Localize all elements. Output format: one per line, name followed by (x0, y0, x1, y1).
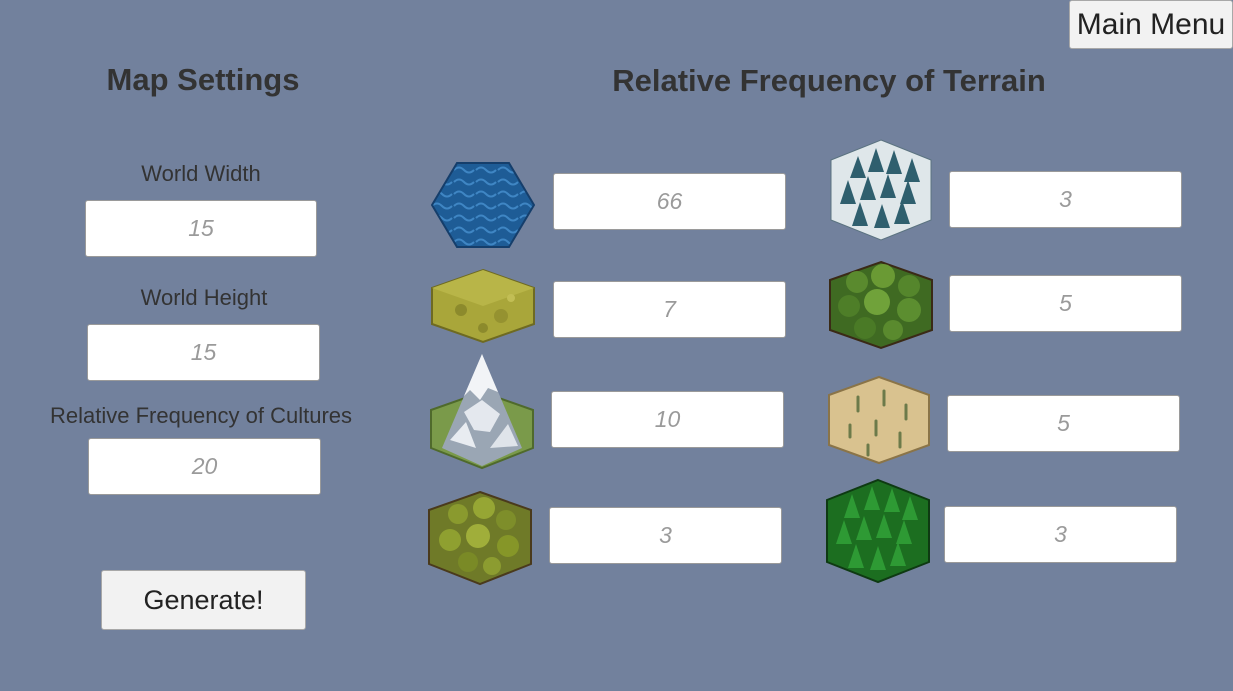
culture-frequency-input[interactable] (89, 439, 320, 494)
desert-hex-icon (828, 375, 930, 465)
forest-frequency-input[interactable] (950, 276, 1181, 331)
terrain-field-box (944, 506, 1177, 563)
culture-frequency-field-box (88, 438, 321, 495)
terrain-field-box (947, 395, 1180, 452)
world-height-field-box (87, 324, 320, 381)
mountain-frequency-input[interactable] (552, 392, 783, 447)
terrain-field-box (553, 173, 786, 230)
world-width-label: World Width (141, 161, 261, 186)
grassland-frequency-input[interactable] (554, 282, 785, 337)
culture-frequency-label: Relative Frequency of Cultures (49, 403, 353, 428)
desert-frequency-input[interactable] (948, 396, 1179, 451)
mountain-hex-icon (430, 354, 534, 470)
generate-button[interactable]: Generate! (101, 570, 306, 630)
pine-forest-frequency-input[interactable] (945, 507, 1176, 562)
world-height-label: World Height (140, 285, 268, 310)
terrain-field-box (553, 281, 786, 338)
grassland-hex-icon (431, 268, 535, 344)
world-width-input[interactable] (86, 201, 316, 256)
terrain-field-box (949, 171, 1182, 228)
snowy-forest-frequency-input[interactable] (950, 172, 1181, 227)
snowy-forest-hex-icon (830, 139, 932, 241)
terrain-field-box (949, 275, 1182, 332)
world-height-input[interactable] (88, 325, 319, 380)
water-hex-icon (431, 162, 535, 248)
shrubland-hex-icon (428, 490, 532, 586)
forest-hex-icon (829, 260, 933, 350)
water-frequency-input[interactable] (554, 174, 785, 229)
shrubland-frequency-input[interactable] (550, 508, 781, 563)
map-settings-title: Map Settings (106, 62, 300, 97)
world-width-field-box (85, 200, 317, 257)
pine-forest-hex-icon (826, 478, 930, 584)
terrain-title: Relative Frequency of Terrain (612, 63, 1046, 98)
terrain-field-box (551, 391, 784, 448)
main-menu-button[interactable]: Main Menu (1069, 0, 1233, 49)
terrain-field-box (549, 507, 782, 564)
